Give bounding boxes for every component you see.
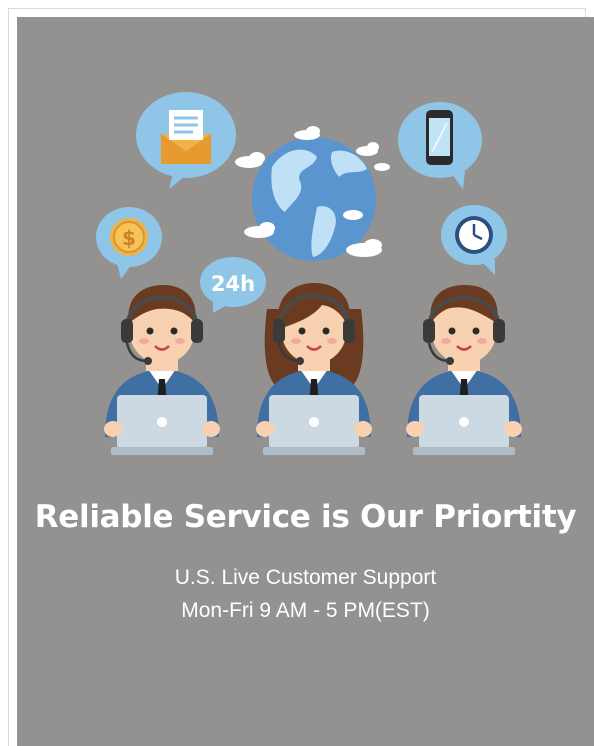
support-banner: $ 24h Reliable Service is Our Priortity … <box>17 17 594 746</box>
coin-bubble: $ <box>96 207 162 279</box>
support-agent-center <box>256 283 372 455</box>
24h-bubble: 24h <box>200 257 266 313</box>
clock-icon <box>455 216 493 254</box>
svg-text:$: $ <box>122 226 136 250</box>
customer-support-illustration: $ 24h <box>96 92 522 455</box>
support-availability-text: U.S. Live Customer Support <box>174 566 437 589</box>
banner-headline: Reliable Service is Our Priortity <box>34 499 577 535</box>
smartphone-icon <box>426 110 453 165</box>
24h-badge: 24h <box>211 272 255 296</box>
support-agent-left <box>104 285 220 455</box>
clock-bubble <box>441 205 507 275</box>
support-hours-text: Mon-Fri 9 AM - 5 PM(EST) <box>181 599 430 622</box>
globe-icon <box>235 126 390 261</box>
smartphone-bubble <box>398 102 482 189</box>
support-agent-right <box>406 285 522 455</box>
envelope-bubble <box>136 92 236 189</box>
coin-icon: $ <box>110 218 148 256</box>
